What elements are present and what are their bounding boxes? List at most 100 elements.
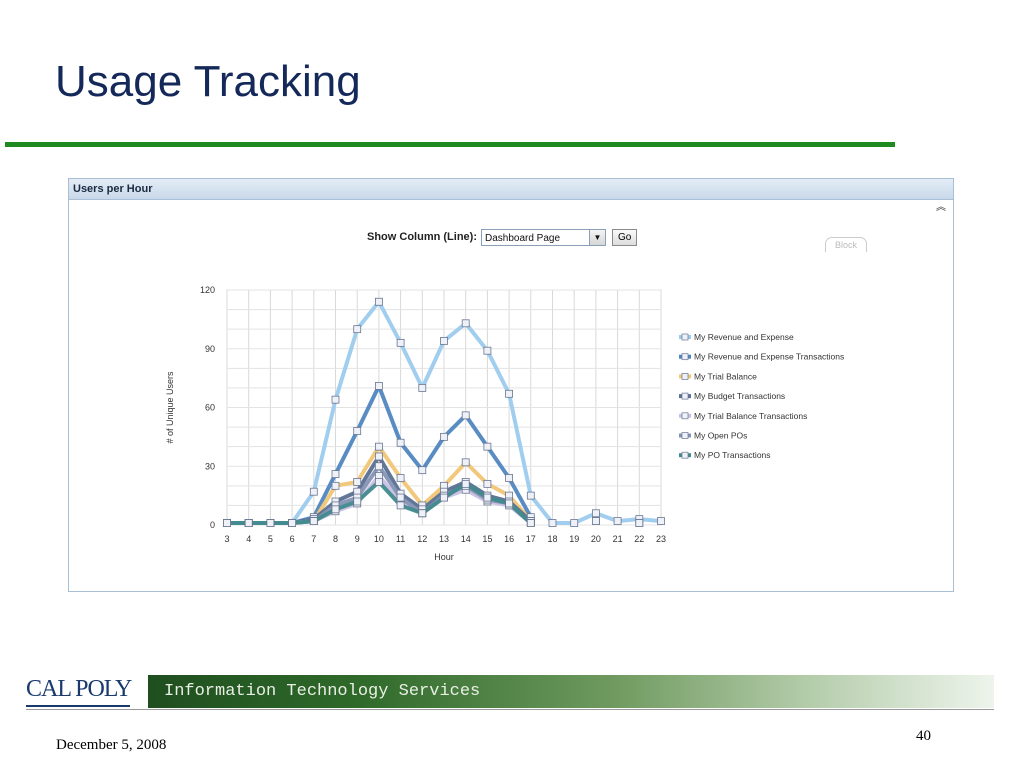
data-point: [353, 478, 362, 486]
data-point: [374, 452, 383, 461]
legend-label: My Trial Balance: [694, 371, 757, 381]
x-tick-label: 4: [246, 534, 251, 544]
y-tick-label: 0: [210, 520, 215, 530]
x-tick-label: 3: [224, 534, 229, 544]
data-point: [505, 499, 514, 508]
data-point: [440, 493, 448, 502]
data-point: [331, 481, 340, 490]
legend-swatch-marker: [681, 392, 689, 400]
x-tick-label: 13: [439, 534, 449, 544]
data-point: [288, 519, 297, 527]
data-point: [526, 519, 535, 527]
data-point: [331, 395, 340, 404]
data-point: [548, 519, 557, 527]
x-tick-label: 23: [656, 534, 666, 544]
legend-swatch-marker: [681, 333, 689, 341]
cal-poly-logo: CAL POLY: [26, 676, 132, 702]
data-point: [526, 491, 535, 500]
data-point: [592, 509, 600, 518]
legend-label: My Trial Balance Transactions: [694, 411, 807, 421]
x-tick-label: 12: [417, 534, 427, 544]
legend-swatch-marker: [681, 353, 689, 361]
legend-label: My Revenue and Expense: [694, 332, 794, 342]
data-point: [396, 438, 405, 447]
slide-title: Usage Tracking: [55, 57, 361, 106]
data-point: [374, 297, 383, 306]
x-tick-label: 7: [311, 534, 316, 544]
data-point: [374, 382, 383, 390]
data-point: [266, 519, 275, 527]
data-point: [613, 517, 622, 525]
data-point: [483, 479, 492, 488]
data-point: [223, 519, 231, 527]
x-axis-label: Hour: [434, 552, 454, 562]
y-tick-label: 90: [205, 344, 215, 354]
y-tick-label: 60: [205, 403, 215, 413]
data-point: [635, 519, 644, 527]
x-tick-label: 18: [547, 534, 557, 544]
legend-swatch-marker: [681, 451, 689, 459]
data-point: [505, 389, 514, 398]
data-point: [461, 319, 470, 328]
data-point: [374, 478, 383, 486]
data-point: [505, 474, 514, 482]
data-point: [396, 474, 405, 482]
data-point: [374, 442, 383, 451]
legend-swatch-marker: [681, 432, 689, 439]
data-point: [461, 458, 470, 467]
x-tick-label: 22: [634, 534, 644, 544]
data-point: [396, 493, 405, 502]
x-tick-label: 21: [613, 534, 623, 544]
data-point: [244, 519, 253, 527]
x-tick-label: 20: [591, 534, 601, 544]
page-number: 40: [916, 728, 931, 744]
y-tick-label: 30: [205, 461, 215, 471]
data-point: [483, 442, 492, 451]
data-point: [657, 517, 665, 525]
footer-band: Information Technology Services: [148, 675, 994, 708]
users-per-hour-chart: 3 4 5 6 7 8 9 10 11 12 13 14 15 16 17 18 19 20 21 22 23 0 30 60…: [165, 285, 844, 562]
x-tick-label: 5: [268, 534, 273, 544]
title-divider: [5, 142, 895, 147]
logo-underline: [26, 705, 130, 707]
x-tick-label: 17: [526, 534, 536, 544]
data-point: [461, 411, 470, 420]
data-point: [570, 519, 579, 527]
data-point: [418, 509, 427, 518]
data-point: [592, 517, 600, 525]
legend-swatch-marker: [681, 373, 689, 380]
legend-label: My PO Transactions: [694, 450, 771, 460]
data-point: [353, 325, 362, 334]
data-point: [483, 493, 492, 502]
data-point: [353, 427, 362, 435]
users-per-hour-panel: Users per Hour ︽ Show Column (Line): Das…: [68, 178, 954, 592]
data-point: [396, 501, 405, 510]
footer-divider: [26, 709, 994, 710]
data-point: [483, 346, 492, 355]
footer-date: December 5, 2008: [56, 737, 167, 753]
x-tick-label: 16: [504, 534, 514, 544]
data-point: [374, 462, 383, 471]
data-point: [331, 470, 340, 478]
legend-swatch-marker: [681, 412, 689, 420]
x-tick-label: 9: [355, 534, 360, 544]
data-point: [309, 487, 318, 496]
data-point: [396, 338, 405, 347]
data-point: [461, 479, 470, 488]
x-tick-label: 11: [396, 534, 405, 544]
x-tick-label: 10: [374, 534, 384, 544]
legend-label: My Revenue and Expense Transactions: [694, 352, 844, 362]
footer-band-text: Information Technology Services: [164, 682, 481, 701]
data-point: [331, 505, 340, 514]
x-tick-label: 6: [290, 534, 295, 544]
data-point: [440, 432, 448, 441]
x-tick-label: 19: [569, 534, 579, 544]
data-point: [418, 384, 427, 392]
data-point: [309, 517, 318, 525]
data-point: [440, 337, 448, 345]
x-tick-label: 8: [333, 534, 338, 544]
x-tick-label: 15: [482, 534, 492, 544]
legend-label: My Budget Transactions: [694, 391, 785, 401]
x-tick-label: 14: [461, 534, 471, 544]
y-axis-label: # of Unique Users: [165, 371, 175, 444]
